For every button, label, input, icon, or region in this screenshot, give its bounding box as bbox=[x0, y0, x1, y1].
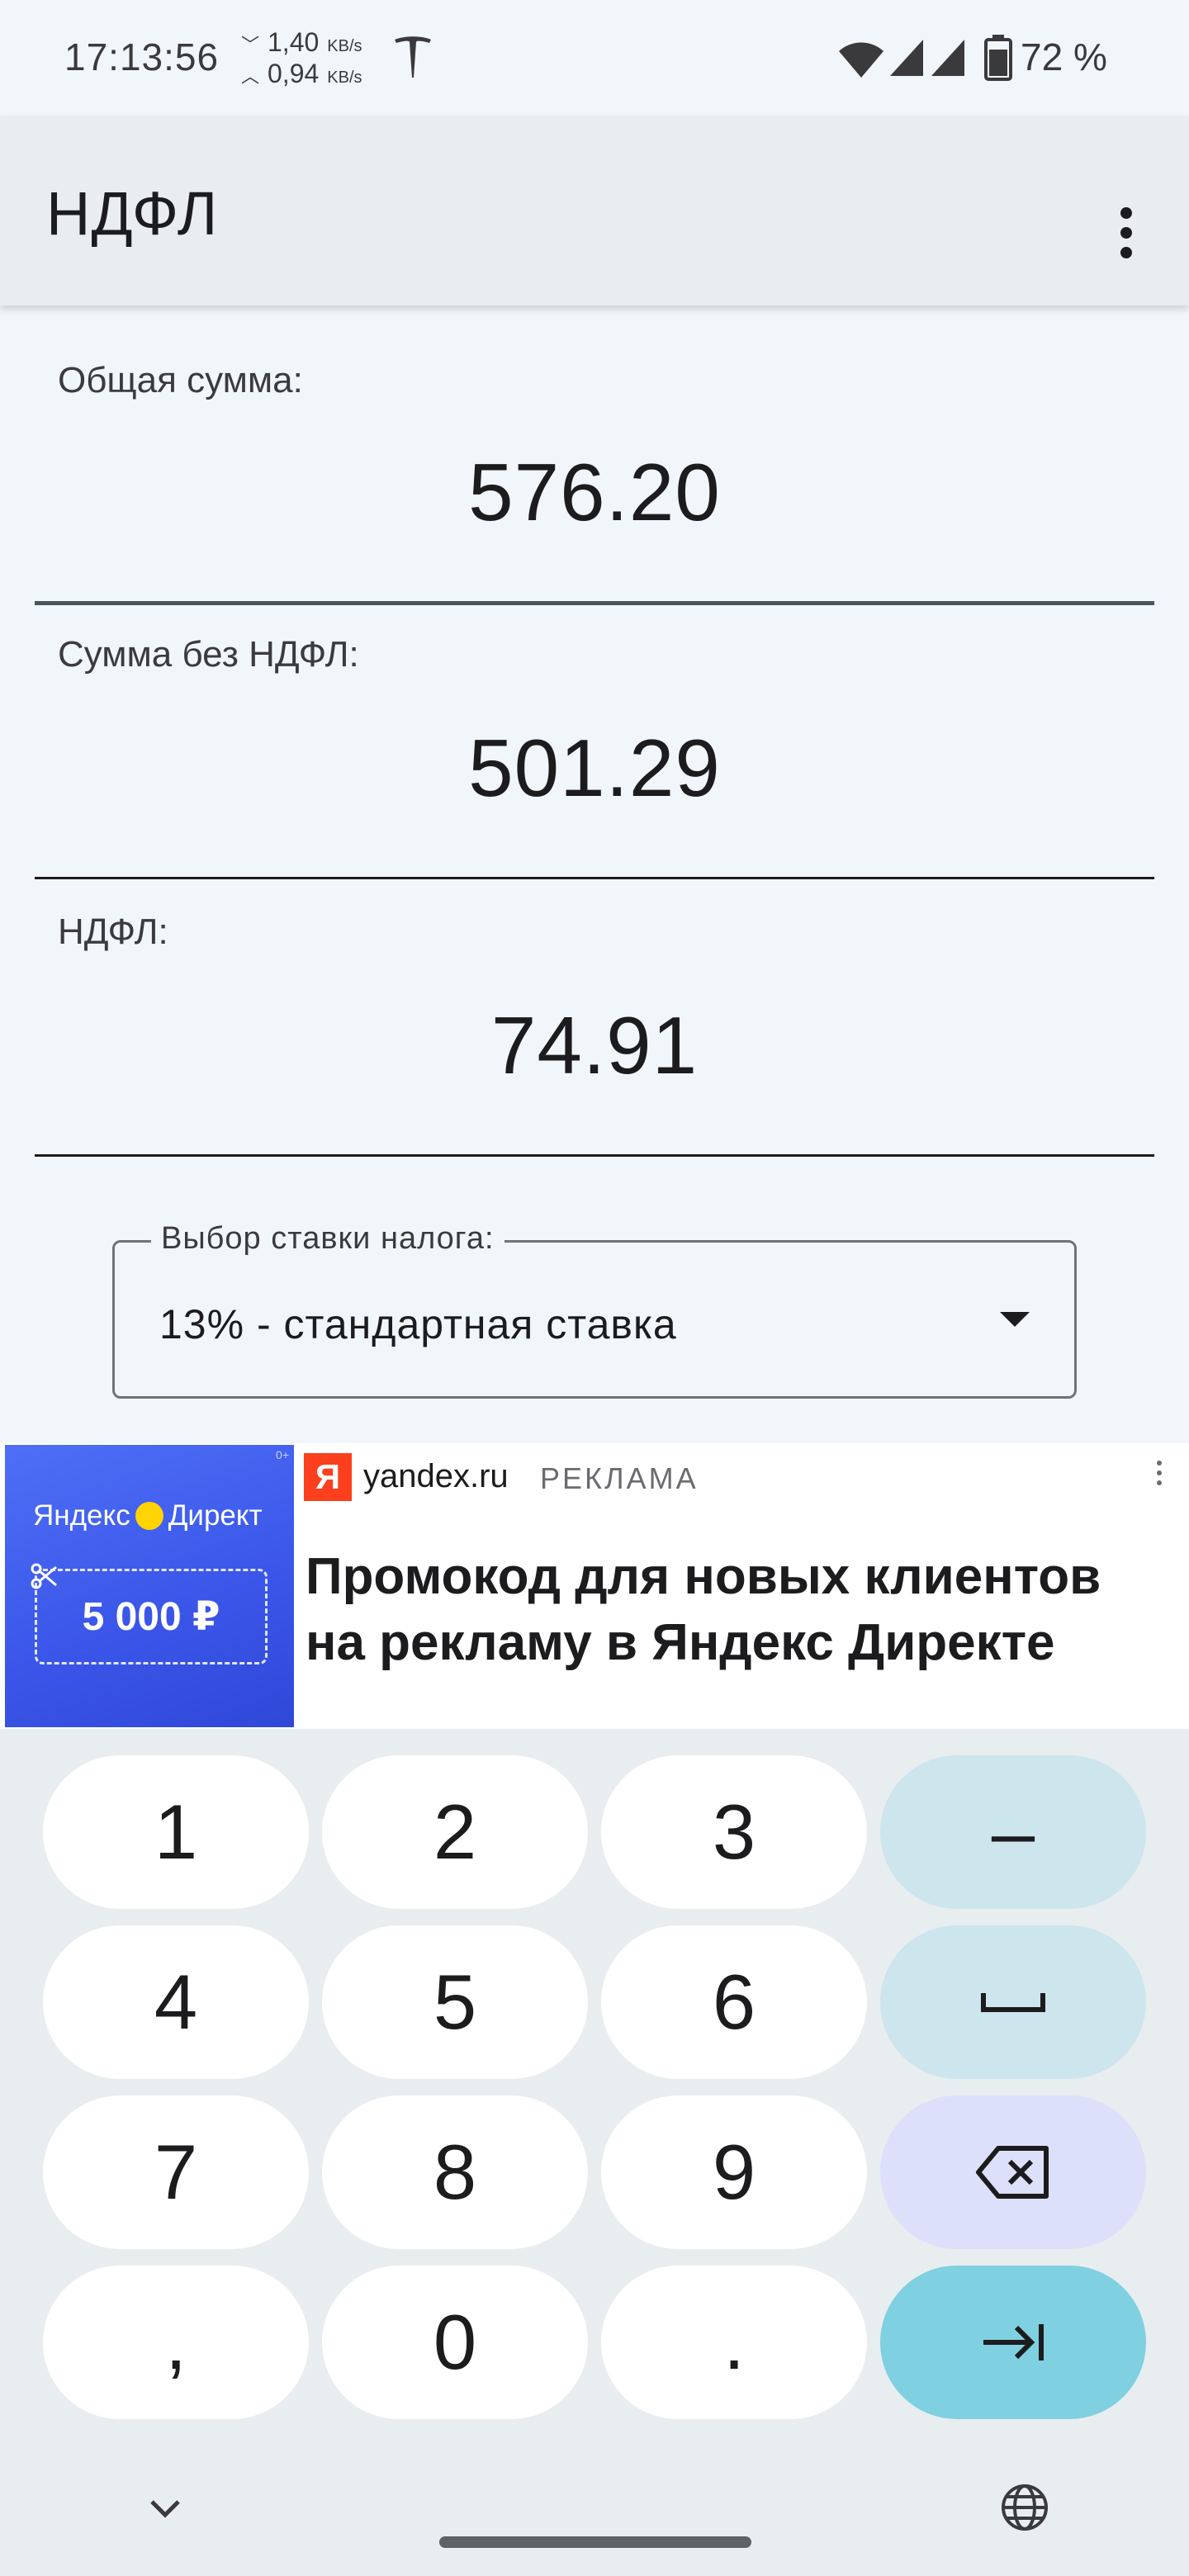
key-comma[interactable]: , bbox=[43, 2266, 309, 2419]
upload-speed-unit: KB/s bbox=[327, 69, 362, 87]
key-backspace[interactable] bbox=[880, 2095, 1146, 2249]
more-vertical-icon bbox=[1120, 207, 1132, 258]
tesla-icon bbox=[395, 36, 431, 78]
key-2[interactable]: 2 bbox=[322, 1755, 588, 1909]
key-next[interactable] bbox=[880, 2266, 1146, 2419]
status-bar: 17:13:56 ﹀ 1,40 KB/s ︿ 0,94 KB/s 72 % bbox=[0, 0, 1189, 116]
overflow-menu-button[interactable] bbox=[1106, 182, 1146, 284]
tab-next-icon bbox=[983, 2324, 1044, 2361]
ad-brand-product: Директ bbox=[168, 1499, 263, 1532]
battery-percentage: 72 % bbox=[1021, 36, 1107, 78]
key-8[interactable]: 8 bbox=[322, 2095, 588, 2249]
network-speed: ﹀ 1,40 KB/s ︿ 0,94 KB/s bbox=[241, 26, 390, 92]
key-7[interactable]: 7 bbox=[43, 2095, 309, 2249]
globe-icon[interactable] bbox=[999, 2482, 1050, 2533]
hide-keyboard-button[interactable] bbox=[140, 2492, 190, 2526]
home-indicator[interactable] bbox=[439, 2536, 751, 2548]
download-speed-value: 1,40 bbox=[268, 27, 320, 57]
app-bar: НДФЛ bbox=[0, 116, 1189, 305]
ad-brand-name: Яндекс bbox=[33, 1499, 130, 1532]
total-amount-value[interactable]: 576.20 bbox=[35, 446, 1154, 539]
upload-speed-value: 0,94 bbox=[268, 59, 320, 88]
total-amount-label: Общая сумма: bbox=[58, 360, 303, 400]
upload-arrow-icon: ︿ bbox=[241, 66, 260, 87]
net-amount-value[interactable]: 501.29 bbox=[35, 722, 1154, 815]
key-4[interactable]: 4 bbox=[43, 1925, 309, 2079]
more-vertical-icon bbox=[1157, 1461, 1162, 1485]
key-5[interactable]: 5 bbox=[322, 1925, 588, 2079]
ad-domain[interactable]: yandex.ru bbox=[363, 1458, 509, 1495]
net-amount-label: Сумма без НДФЛ: bbox=[58, 634, 359, 675]
numeric-keypad: 1 2 3 – 4 5 6 7 8 9 , 0 . bbox=[0, 1729, 1189, 2576]
net-amount-field[interactable]: Сумма без НДФЛ: 501.29 bbox=[35, 611, 1154, 888]
age-rating-mark: 0+ bbox=[276, 1448, 289, 1461]
tax-rate-label: Выбор ставки налога: bbox=[151, 1221, 504, 1257]
battery-icon bbox=[984, 35, 1012, 81]
direct-logo-icon bbox=[135, 1502, 163, 1530]
tax-amount-label: НДФЛ: bbox=[58, 912, 168, 952]
ad-image[interactable]: 0+ Яндекс Директ 5 000 ₽ bbox=[5, 1445, 294, 1727]
key-1[interactable]: 1 bbox=[43, 1755, 309, 1909]
signal-icon bbox=[890, 40, 923, 76]
yandex-logo-icon: Я bbox=[304, 1453, 352, 1501]
key-minus[interactable]: – bbox=[880, 1755, 1146, 1909]
dropdown-arrow-icon bbox=[1000, 1312, 1030, 1327]
tax-amount-underline bbox=[35, 1154, 1154, 1157]
upload-speed: ︿ 0,94 KB/s bbox=[241, 58, 362, 89]
ad-brand-logo: Яндекс Директ bbox=[33, 1499, 263, 1532]
tax-amount-field[interactable]: НДФЛ: 74.91 bbox=[35, 888, 1154, 1166]
key-9[interactable]: 9 bbox=[601, 2095, 867, 2249]
backspace-icon bbox=[976, 2146, 1049, 2199]
key-0[interactable]: 0 bbox=[322, 2266, 588, 2419]
key-3[interactable]: 3 bbox=[601, 1755, 867, 1909]
total-amount-field[interactable]: Общая сумма: 576.20 bbox=[35, 330, 1154, 611]
total-amount-underline bbox=[35, 601, 1154, 605]
download-speed: ﹀ 1,40 KB/s bbox=[241, 26, 362, 58]
key-6[interactable]: 6 bbox=[601, 1925, 867, 2079]
page-title: НДФЛ bbox=[46, 179, 219, 248]
tax-rate-dropdown[interactable]: Выбор ставки налога: 13% - стандартная с… bbox=[112, 1221, 1077, 1399]
tax-amount-value[interactable]: 74.91 bbox=[35, 999, 1154, 1092]
ad-headline[interactable]: Промокод для новых клиентов на рекламу в… bbox=[306, 1544, 1172, 1676]
space-bar-icon bbox=[981, 1993, 1045, 2012]
tax-rate-selected-value: 13% - стандартная ставка bbox=[159, 1301, 677, 1347]
signal-secondary-icon bbox=[931, 40, 964, 76]
promo-coupon: 5 000 ₽ bbox=[35, 1569, 268, 1664]
download-arrow-icon: ﹀ bbox=[241, 35, 260, 55]
key-space[interactable] bbox=[880, 1925, 1146, 2079]
wifi-icon bbox=[839, 42, 883, 78]
net-amount-underline bbox=[35, 877, 1154, 879]
key-period[interactable]: . bbox=[601, 2266, 867, 2419]
ad-options-button[interactable] bbox=[1149, 1455, 1169, 1491]
ad-label: РЕКЛАМА bbox=[540, 1461, 699, 1495]
ad-banner[interactable]: 0+ Яндекс Директ 5 000 ₽ Я yandex.ru РЕК… bbox=[0, 1443, 1189, 1729]
status-time: 17:13:56 bbox=[64, 36, 220, 78]
